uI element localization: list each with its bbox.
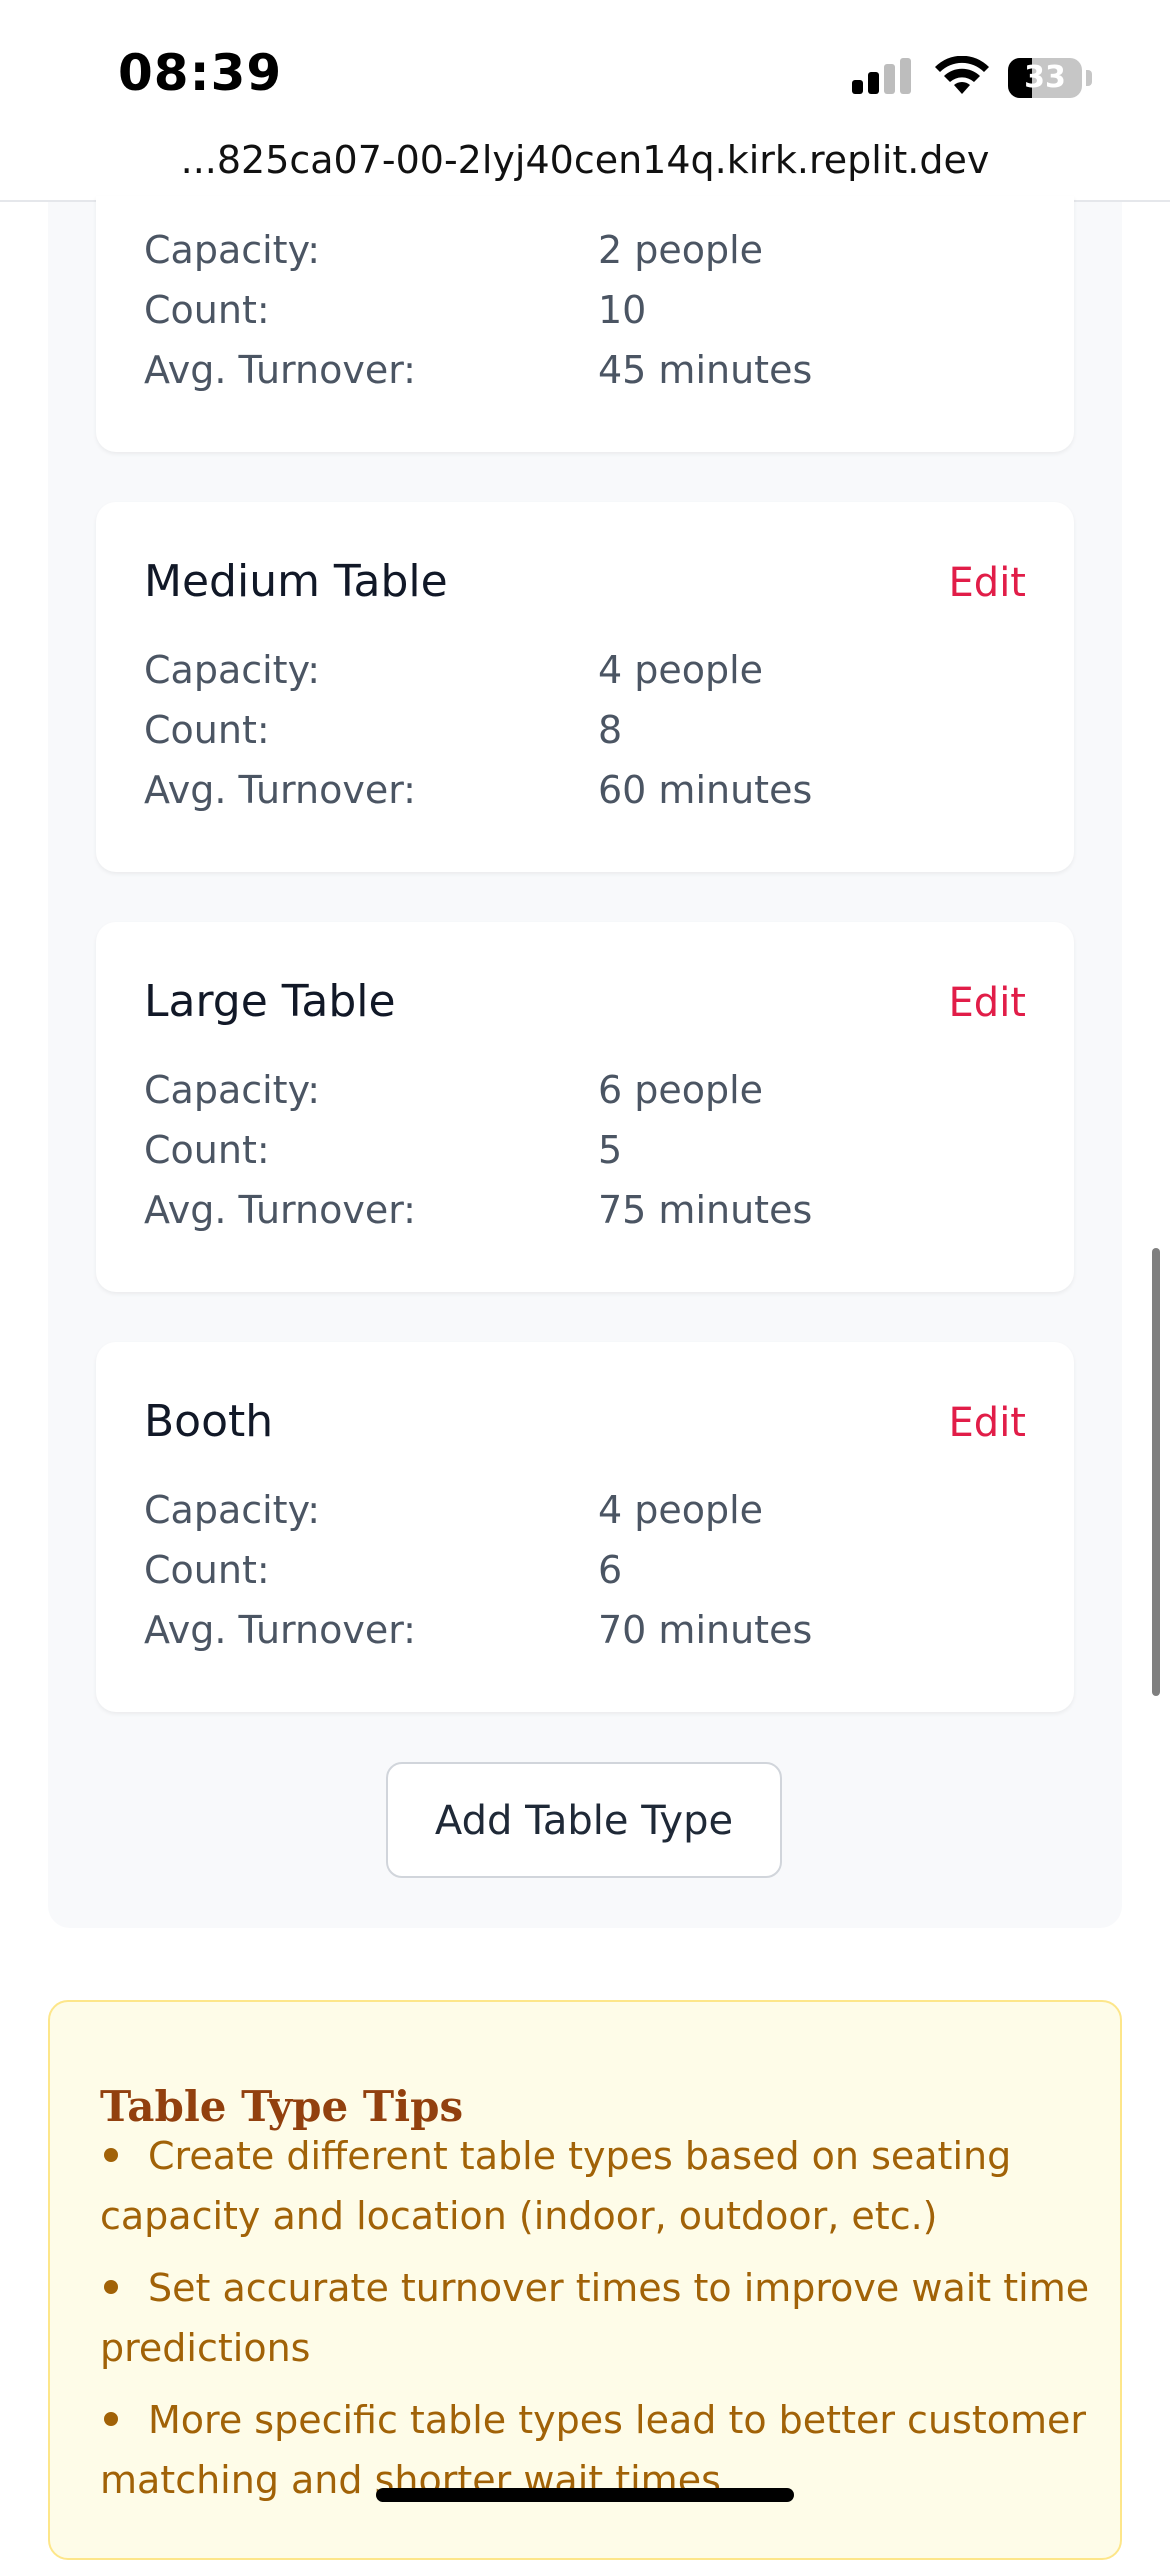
turnover-value: 60 minutes bbox=[598, 768, 813, 812]
table-type-card-large: Large Table Edit Capacity: 6 people Coun… bbox=[96, 922, 1074, 1292]
capacity-label: Capacity: bbox=[144, 1068, 321, 1112]
status-time: 08:39 bbox=[118, 44, 283, 102]
tip-text: Set accurate turnover times to improve w… bbox=[100, 2266, 1090, 2370]
turnover-value: 45 minutes bbox=[598, 348, 813, 392]
count-label: Count: bbox=[144, 1548, 270, 1592]
cellular-signal-icon bbox=[852, 58, 912, 94]
table-types-panel: Capacity: 2 people Count: 10 Avg. Turnov… bbox=[48, 196, 1122, 1928]
table-type-card-partial: Capacity: 2 people Count: 10 Avg. Turnov… bbox=[96, 196, 1074, 452]
capacity-label: Capacity: bbox=[144, 228, 321, 272]
battery-icon: 33 bbox=[1008, 58, 1082, 98]
tip-text: Create different table types based on se… bbox=[100, 2134, 1012, 2238]
battery-tip bbox=[1086, 70, 1092, 86]
edit-button[interactable]: Edit bbox=[949, 980, 1026, 1026]
tip-item: Create different table types based on se… bbox=[100, 2126, 1100, 2246]
count-label: Count: bbox=[144, 288, 270, 332]
card-title: Booth bbox=[144, 1396, 274, 1447]
count-value: 8 bbox=[598, 708, 623, 752]
add-table-type-button[interactable]: Add Table Type bbox=[386, 1762, 782, 1878]
capacity-value: 4 people bbox=[598, 1488, 764, 1532]
table-type-card-booth: Booth Edit Capacity: 4 people Count: 6 A… bbox=[96, 1342, 1074, 1712]
edit-button[interactable]: Edit bbox=[949, 560, 1026, 606]
battery-level: 33 bbox=[1024, 60, 1066, 95]
tip-item: Set accurate turnover times to improve w… bbox=[100, 2258, 1100, 2378]
count-value: 6 bbox=[598, 1548, 623, 1592]
scrollbar[interactable] bbox=[1152, 1248, 1160, 1696]
capacity-value: 2 people bbox=[598, 228, 764, 272]
turnover-label: Avg. Turnover: bbox=[144, 348, 416, 392]
bullet-icon bbox=[104, 2411, 118, 2426]
home-indicator[interactable] bbox=[376, 2488, 794, 2502]
table-type-card-medium: Medium Table Edit Capacity: 4 people Cou… bbox=[96, 502, 1074, 872]
turnover-value: 70 minutes bbox=[598, 1608, 813, 1652]
url-bar[interactable]: ...825ca07-00-2lyj40cen14q.kirk.replit.d… bbox=[0, 130, 1170, 200]
capacity-value: 6 people bbox=[598, 1068, 764, 1112]
tip-text: More specific table types lead to better… bbox=[100, 2398, 1086, 2502]
turnover-label: Avg. Turnover: bbox=[144, 1608, 416, 1652]
table-type-tips: Table Type Tips Create different table t… bbox=[48, 2000, 1122, 2560]
count-value: 5 bbox=[598, 1128, 623, 1172]
turnover-label: Avg. Turnover: bbox=[144, 1188, 416, 1232]
bullet-icon bbox=[104, 2279, 118, 2294]
capacity-value: 4 people bbox=[598, 648, 764, 692]
count-label: Count: bbox=[144, 1128, 270, 1172]
edit-button[interactable]: Edit bbox=[949, 1400, 1026, 1446]
count-label: Count: bbox=[144, 708, 270, 752]
turnover-label: Avg. Turnover: bbox=[144, 768, 416, 812]
bullet-icon bbox=[104, 2147, 118, 2162]
status-bar: 08:39 33 bbox=[0, 0, 1170, 140]
card-title: Medium Table bbox=[144, 556, 448, 607]
wifi-icon bbox=[935, 56, 989, 94]
capacity-label: Capacity: bbox=[144, 1488, 321, 1532]
tips-title: Table Type Tips bbox=[100, 2082, 464, 2131]
card-title: Large Table bbox=[144, 976, 396, 1027]
turnover-value: 75 minutes bbox=[598, 1188, 813, 1232]
count-value: 10 bbox=[598, 288, 647, 332]
capacity-label: Capacity: bbox=[144, 648, 321, 692]
